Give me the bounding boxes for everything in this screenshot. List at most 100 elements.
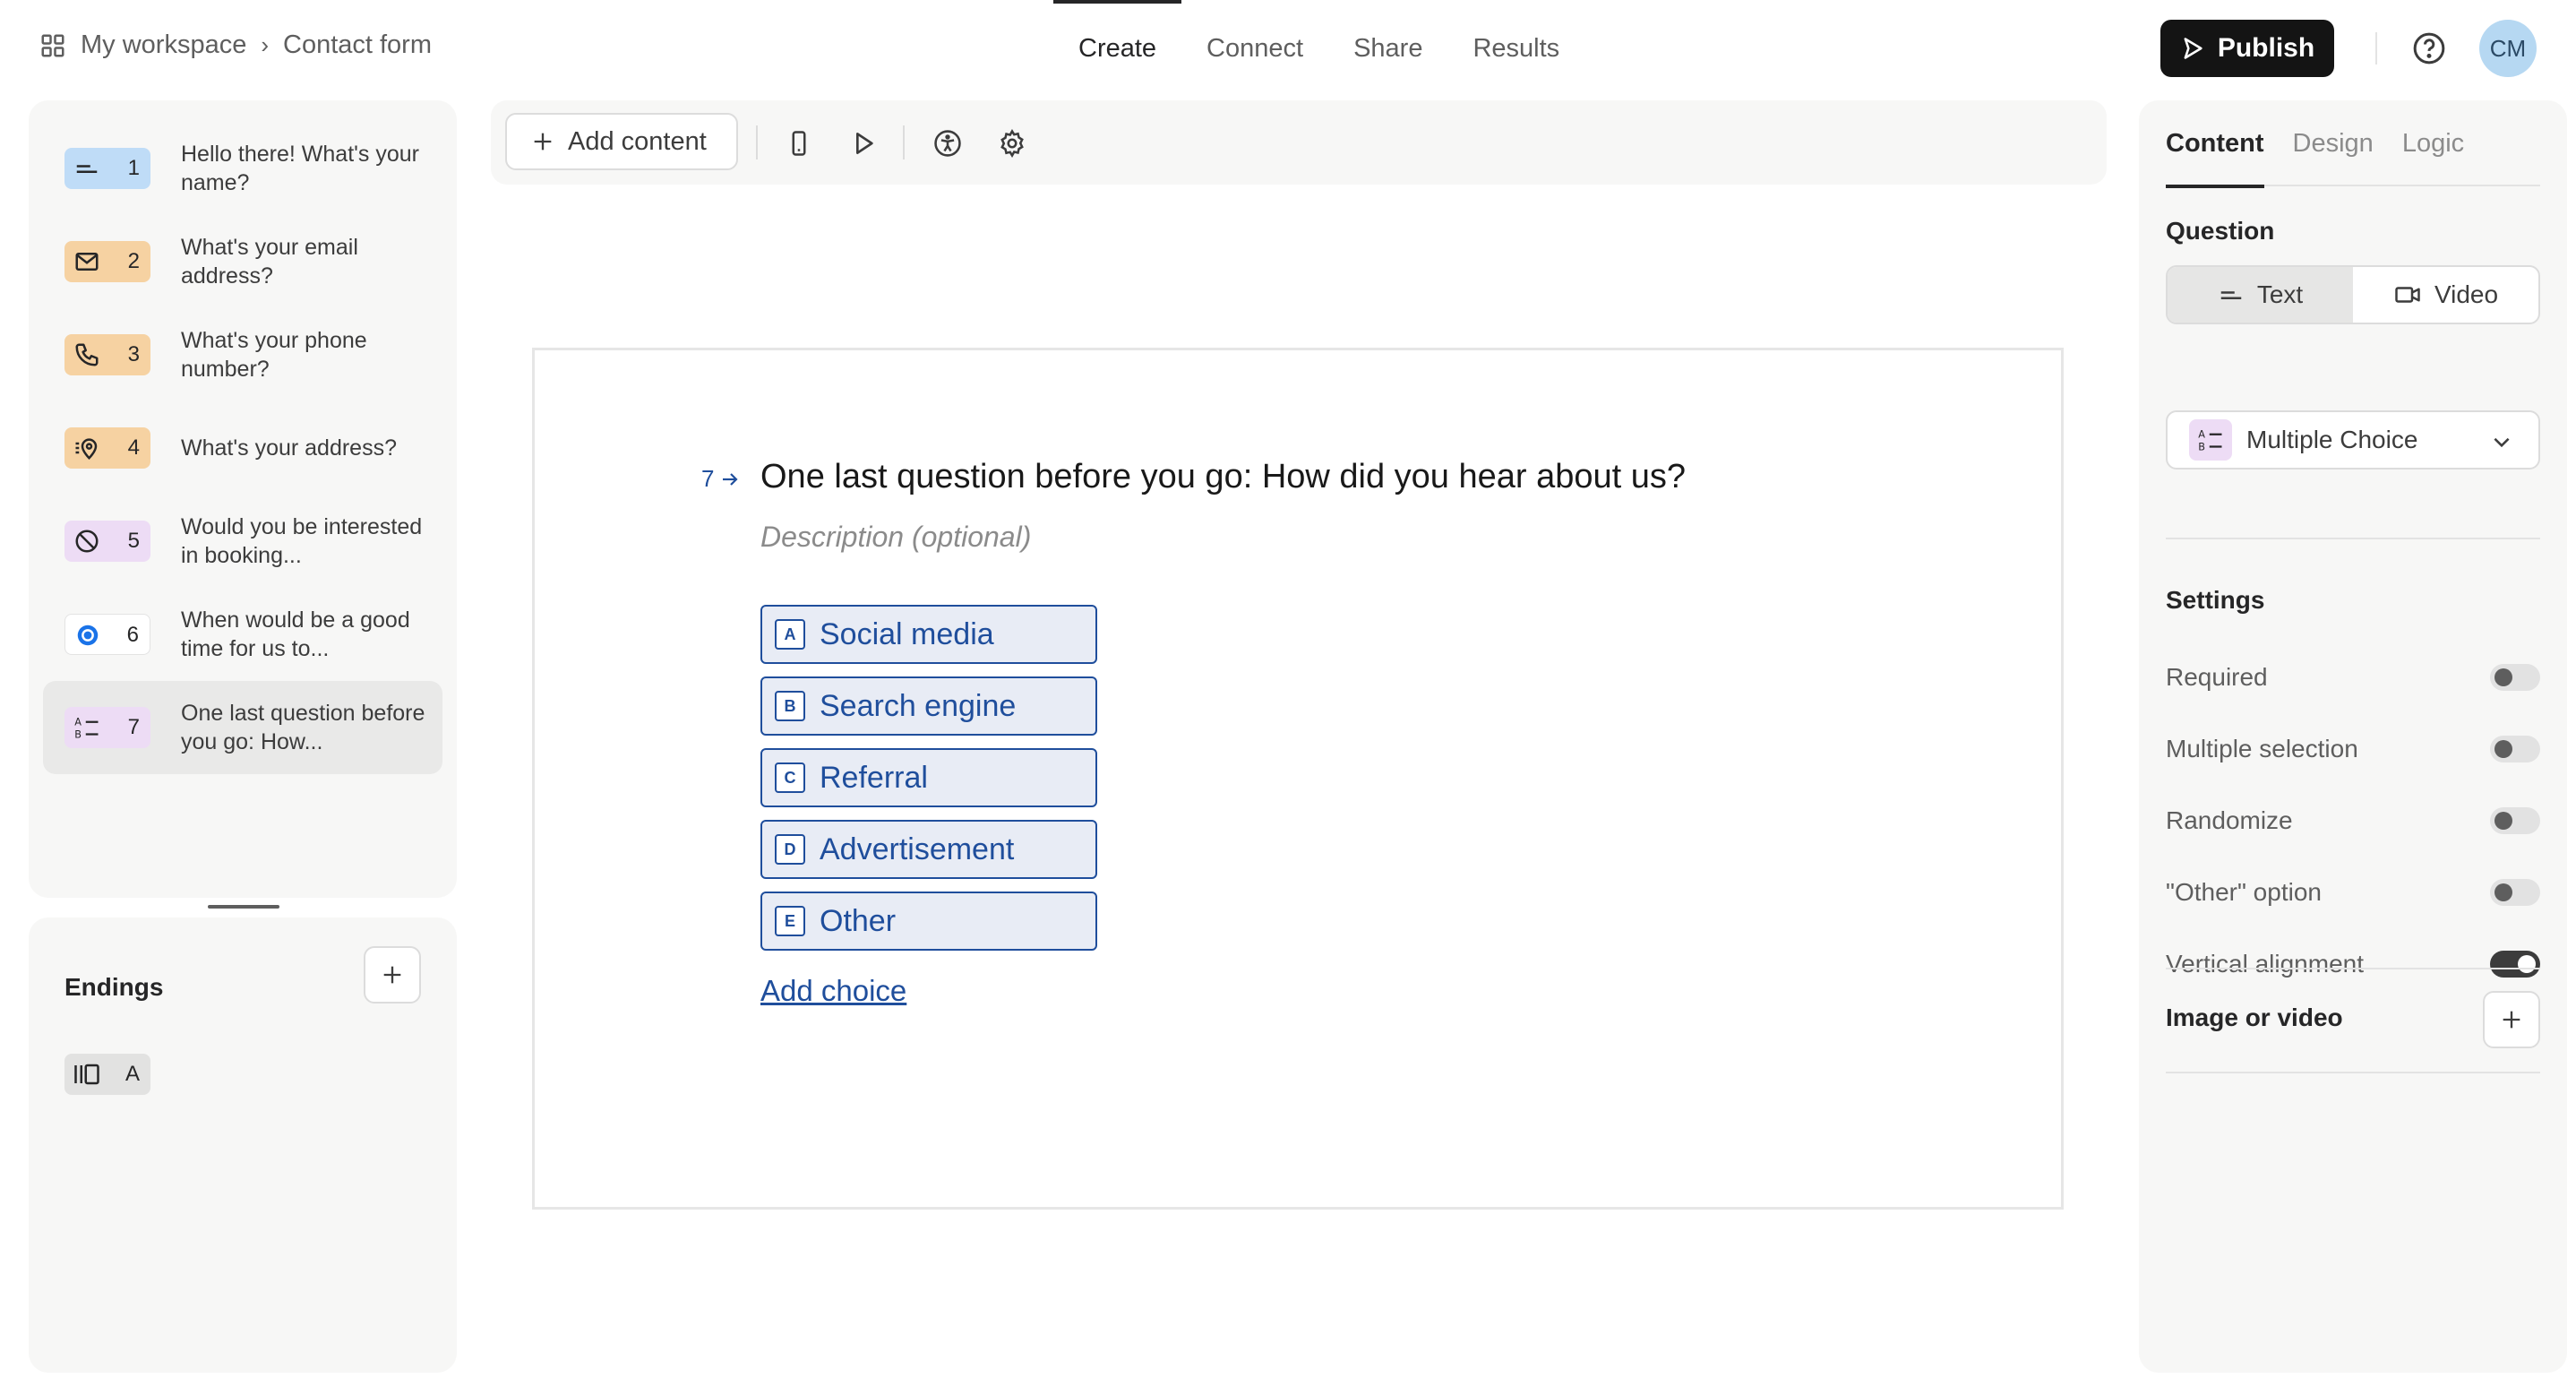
- choice-label: Other: [820, 903, 897, 938]
- user-avatar[interactable]: CM: [2479, 20, 2537, 77]
- question-item-5[interactable]: 5 Would you be interested in booking...: [43, 495, 442, 588]
- endings-title: Endings: [64, 973, 164, 1001]
- question-title-input[interactable]: One last question before you go: How did…: [760, 458, 1686, 496]
- question-item-1[interactable]: 1 Hello there! What's your name?: [43, 122, 442, 215]
- add-content-button[interactable]: Add content: [505, 113, 738, 170]
- tab-design[interactable]: Design: [2293, 100, 2374, 186]
- question-badge: 6: [64, 614, 150, 655]
- question-badge: 4: [64, 427, 150, 469]
- multiple-choice-icon: AB: [2198, 429, 2222, 452]
- phone-icon: [75, 343, 99, 366]
- choice-label: Social media: [820, 616, 994, 651]
- tab-create[interactable]: Create: [1053, 0, 1182, 97]
- question-title: When would be a good time for us to...: [181, 607, 410, 661]
- question-number: 1: [127, 156, 140, 180]
- setting-label: Randomize: [2166, 806, 2293, 834]
- question-title: Would you be interested in booking...: [181, 514, 423, 568]
- vertical-alignment-toggle[interactable]: [2490, 951, 2540, 978]
- breadcrumb-form[interactable]: Contact form: [283, 30, 432, 60]
- video-camera-icon: [2395, 287, 2420, 303]
- add-media-button[interactable]: [2483, 991, 2540, 1048]
- choice-item[interactable]: C Referral: [760, 748, 1097, 807]
- workspace-grid-icon[interactable]: [39, 32, 66, 59]
- short-text-icon: [2220, 291, 2242, 299]
- choice-item[interactable]: B Search engine: [760, 676, 1097, 736]
- mode-video-button[interactable]: Video: [2353, 267, 2538, 323]
- setting-label: "Other" option: [2166, 878, 2322, 906]
- choice-key: E: [775, 906, 805, 936]
- main-nav: Create Connect Share Results: [1053, 0, 1584, 97]
- breadcrumb: My workspace › Contact form: [39, 30, 432, 60]
- choice-label: Search engine: [820, 688, 1017, 723]
- choice-item[interactable]: A Social media: [760, 605, 1097, 664]
- plus-icon: [534, 133, 552, 151]
- toolbar-divider: [756, 125, 758, 159]
- question-badge: AB 7: [64, 707, 150, 748]
- question-item-2[interactable]: 2 What's your email address?: [43, 215, 442, 308]
- tab-connect[interactable]: Connect: [1181, 0, 1328, 97]
- top-bar: My workspace › Contact form Create Conne…: [0, 0, 2576, 97]
- required-toggle[interactable]: [2490, 664, 2540, 691]
- add-ending-button[interactable]: [364, 946, 421, 1004]
- media-section-label: Image or video: [2166, 1004, 2343, 1031]
- questions-panel: 1 Hello there! What's your name? 2 What'…: [29, 100, 457, 898]
- help-icon[interactable]: [2411, 30, 2447, 66]
- choice-label: Advertisement: [820, 831, 1015, 866]
- question-number: 5: [127, 529, 140, 553]
- settings-button[interactable]: [994, 125, 1030, 161]
- multiple-choice-icon: AB: [74, 717, 99, 740]
- other-option-toggle[interactable]: [2490, 879, 2540, 906]
- breadcrumb-separator: ›: [261, 31, 269, 58]
- publish-button[interactable]: Publish: [2160, 20, 2334, 77]
- setting-label: Vertical alignment: [2166, 950, 2365, 978]
- mobile-preview-button[interactable]: [781, 125, 817, 161]
- chevron-down-icon: [2494, 437, 2510, 448]
- question-item-3[interactable]: 3 What's your phone number?: [43, 308, 442, 401]
- breadcrumb-workspace[interactable]: My workspace: [81, 30, 246, 60]
- header-divider: [2375, 32, 2377, 65]
- settings-section-label: Settings: [2166, 586, 2265, 614]
- question-type-select[interactable]: AB Multiple Choice: [2166, 410, 2540, 470]
- svg-text:B: B: [2198, 441, 2205, 452]
- properties-panel: Content Design Logic Question Text Video…: [2139, 100, 2567, 1373]
- choice-item[interactable]: E Other: [760, 892, 1097, 951]
- ending-item-a[interactable]: A: [64, 1054, 150, 1095]
- add-choice-link[interactable]: Add choice: [760, 974, 906, 1008]
- tab-content[interactable]: Content: [2166, 100, 2264, 188]
- svg-text:B: B: [74, 728, 82, 740]
- question-item-4[interactable]: 4 What's your address?: [43, 401, 442, 495]
- tab-results[interactable]: Results: [1447, 0, 1584, 97]
- question-mode-toggle: Text Video: [2166, 265, 2540, 324]
- short-text-icon: [76, 165, 98, 173]
- multiple-selection-toggle[interactable]: [2490, 736, 2540, 762]
- question-badge: 5: [64, 521, 150, 562]
- tab-share[interactable]: Share: [1328, 0, 1447, 97]
- play-icon: [856, 133, 873, 154]
- choice-key: A: [775, 619, 805, 650]
- question-number: 4: [127, 435, 140, 460]
- add-content-label: Add content: [568, 126, 707, 156]
- section-divider: [2166, 1072, 2540, 1073]
- accessibility-icon: [934, 130, 961, 157]
- svg-text:A: A: [74, 717, 82, 728]
- plus-icon: [383, 966, 401, 984]
- tab-logic[interactable]: Logic: [2402, 100, 2464, 186]
- preview-button[interactable]: [846, 125, 881, 161]
- question-number: 2: [127, 249, 140, 273]
- calendly-icon: [77, 625, 99, 646]
- location-pin-icon: [75, 438, 98, 461]
- accessibility-button[interactable]: [930, 125, 966, 161]
- panel-resize-handle[interactable]: [208, 905, 279, 909]
- mode-text-button[interactable]: Text: [2168, 267, 2353, 323]
- setting-label: Multiple selection: [2166, 735, 2358, 762]
- question-item-6[interactable]: 6 When would be a good time for us to...: [43, 588, 442, 681]
- question-title: Hello there! What's your name?: [181, 142, 419, 195]
- mail-icon: [75, 253, 99, 271]
- question-item-7[interactable]: AB 7 One last question before you go: Ho…: [43, 681, 442, 774]
- question-description-input[interactable]: Description (optional): [760, 521, 1031, 554]
- setting-vertical-alignment: Vertical alignment: [2166, 946, 2540, 982]
- choice-item[interactable]: D Advertisement: [760, 820, 1097, 879]
- randomize-toggle[interactable]: [2490, 807, 2540, 834]
- choice-key: D: [775, 834, 805, 865]
- question-canvas: 7 One last question before you go: How d…: [532, 348, 2064, 1210]
